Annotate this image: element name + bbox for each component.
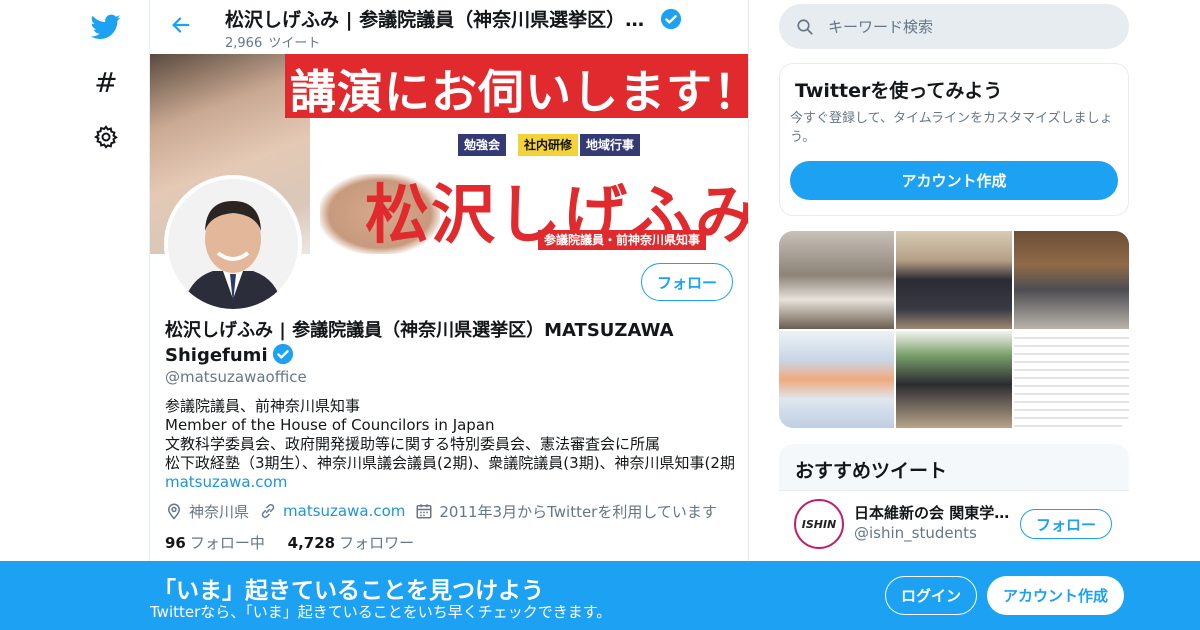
following-count: 96: [165, 534, 186, 552]
location-text: 神奈川県: [189, 502, 250, 521]
banner-tag: 地域行事: [580, 134, 641, 156]
signup-banner: 「いま」起きていることを見つけよう Twitterなら、「いま」起きていることを…: [0, 561, 1200, 630]
profile-meta: 神奈川県 matsuzawa.com 2011年3月からTwitterを利用して…: [165, 500, 727, 522]
profile-name: 松沢しげふみ | 参議院議員（神奈川県選挙区）MATSUZAWA Shigefu…: [165, 318, 725, 368]
recommended-handle: @ishin_students: [854, 524, 977, 542]
bio-line: Member of the House of Councilors in Jap…: [165, 416, 495, 434]
media-thumbnail[interactable]: [896, 330, 1012, 428]
banner-subtitle: 参議院議員・前神奈川県知事: [538, 230, 707, 250]
website-link[interactable]: matsuzawa.com: [283, 502, 405, 520]
followers-link[interactable]: 4,728 フォロワー: [288, 534, 432, 552]
settings-button[interactable]: [86, 117, 126, 157]
media-thumbnail[interactable]: [779, 330, 895, 428]
follow-button[interactable]: フォロー: [641, 263, 733, 301]
signup-description: 今すぐ登録して、タイムラインをカスタマイズしましょう。: [790, 111, 1113, 145]
back-button[interactable]: [166, 10, 196, 40]
media-thumbnail[interactable]: [896, 231, 1012, 329]
search-input[interactable]: [828, 17, 1108, 36]
twitter-bird-icon: [91, 14, 121, 39]
joined-date: 2011年3月からTwitterを利用しています: [415, 501, 717, 522]
media-thumbnail[interactable]: [1013, 330, 1129, 428]
profile-name-text: 松沢しげふみ | 参議院議員（神奈川県選挙区）MATSUZAWA Shigefu…: [165, 320, 674, 366]
following-link[interactable]: 96 フォロー中: [165, 534, 283, 552]
profile-bio: 参議院議員、前神奈川県知事 Member of the House of Cou…: [165, 397, 745, 492]
twitter-home-button[interactable]: [86, 7, 126, 47]
bio-line: 文教科学委員会、政府開発援助等に関する特別委員会、憲法審査会に所属: [165, 435, 661, 453]
location: 神奈川県: [165, 501, 249, 522]
bio-line: 松下政経塾（3期生）、神奈川県議会議員(2期)、衆議院議員(3期)、神奈川県知事…: [165, 454, 735, 472]
verified-badge-icon: [272, 343, 293, 365]
signup-title: Twitterを使ってみよう: [795, 80, 1003, 102]
recommended-avatar[interactable]: ISHIN: [794, 499, 844, 549]
tweet-count-label: ツイート: [268, 36, 321, 51]
follow-stats: 96 フォロー中 4,728 フォロワー: [165, 532, 432, 553]
profile-handle: @matsuzawaoffice: [165, 368, 307, 386]
joined-text: 2011年3月からTwitterを利用しています: [439, 502, 717, 521]
search-bar: [779, 4, 1129, 49]
followers-label: フォロワー: [339, 534, 415, 552]
explore-button[interactable]: #: [86, 62, 126, 102]
recommended-title: おすすめツイート: [795, 460, 948, 482]
profile-avatar[interactable]: [164, 175, 302, 313]
back-arrow-icon: [172, 17, 190, 33]
tweet-count: 2,966 ツイート: [225, 32, 322, 51]
verified-badge-icon: [660, 8, 682, 30]
signup-banner-title: 「いま」起きていることを見つけよう: [153, 578, 544, 604]
profile-header: 松沢しげふみ | 参議院議員（神奈川県選挙区）MATSUZAWA Shigefu…: [150, 0, 748, 54]
avatar-logo-text: ISHIN: [797, 502, 841, 546]
banner-headline: 講演にお伺いします！: [290, 65, 749, 119]
following-label: フォロー中: [189, 534, 265, 552]
banner-tag: 勉強会: [458, 134, 507, 156]
calendar-icon: [416, 504, 432, 519]
signup-banner-subtitle: Twitterなら、「いま」起きていることをいち早くチェックできます。: [150, 603, 612, 621]
location-pin-icon: [167, 503, 181, 520]
recommended-name[interactable]: 日本維新の会 関東学生局: [854, 502, 1014, 523]
avatar-portrait: [168, 179, 298, 309]
hashtag-icon: #: [94, 65, 118, 99]
bio-line: 参議院議員、前神奈川県知事: [165, 397, 361, 415]
login-button[interactable]: ログイン: [885, 576, 977, 615]
media-thumbnail[interactable]: [779, 231, 895, 329]
search-icon: [796, 18, 814, 36]
signup-button[interactable]: アカウント作成: [987, 576, 1124, 615]
signup-card: Twitterを使ってみよう 今すぐ登録して、タイムラインをカスタマイズしましょ…: [779, 63, 1129, 216]
bio-link[interactable]: matsuzawa.com: [165, 473, 745, 492]
create-account-button[interactable]: アカウント作成: [790, 161, 1118, 200]
tweet-count-number: 2,966: [225, 36, 263, 51]
recommended-tweets-card: おすすめツイート ISHIN 日本維新の会 関東学生局 @ishin_stude…: [779, 444, 1129, 574]
followers-count: 4,728: [287, 534, 336, 552]
profile-column: 松沢しげふみ | 参議院議員（神奈川県選挙区）MATSUZAWA Shigefu…: [149, 0, 749, 630]
media-grid: [779, 231, 1129, 428]
banner-tag: 社内研修: [518, 134, 579, 156]
left-nav: #: [80, 0, 130, 630]
media-thumbnail[interactable]: [1013, 231, 1129, 329]
link-icon: [261, 504, 275, 518]
website[interactable]: matsuzawa.com: [259, 502, 405, 520]
gear-icon: [94, 125, 118, 149]
recommended-account[interactable]: ISHIN 日本維新の会 関東学生局 @ishin_students フォロー: [779, 491, 1129, 561]
header-title: 松沢しげふみ | 参議院議員（神奈川県選挙区）MATSUZAWA Shigefu…: [225, 9, 655, 31]
recommended-follow-button[interactable]: フォロー: [1020, 509, 1112, 539]
